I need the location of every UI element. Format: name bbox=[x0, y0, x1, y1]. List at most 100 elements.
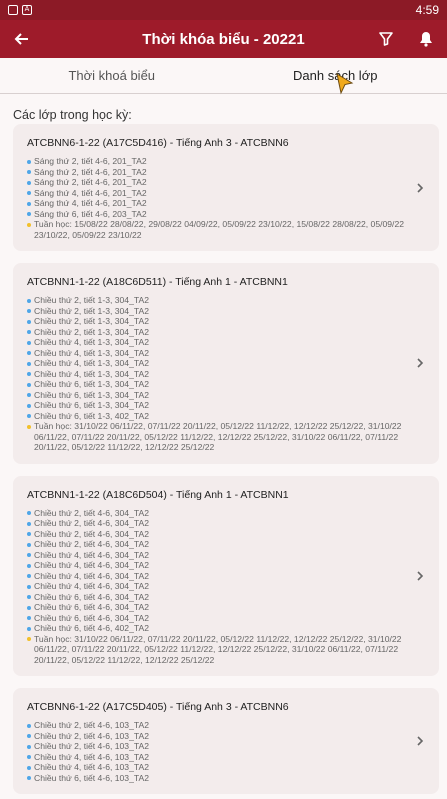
session-text: Chiều thứ 4, tiết 1-3, 304_TA2 bbox=[34, 368, 149, 379]
session-text: Chiều thứ 2, tiết 1-3, 304_TA2 bbox=[34, 316, 149, 326]
session-text: Chiều thứ 6, tiết 1-3, 304_TA2 bbox=[34, 400, 149, 410]
status-time: 4:59 bbox=[415, 3, 439, 17]
section-label: Các lớp trong học kỳ: bbox=[13, 108, 132, 122]
session-text: Chiều thứ 2, tiết 4-6, 304_TA2 bbox=[34, 518, 149, 528]
session-dot-icon bbox=[27, 298, 31, 303]
session-item: Chiều thứ 4, tiết 1-3, 304_TA2 bbox=[27, 348, 425, 359]
session-text: Chiều thứ 4, tiết 4-6, 103_TA2 bbox=[34, 751, 149, 762]
session-dot-icon bbox=[27, 319, 31, 324]
chevron-right-icon[interactable] bbox=[413, 356, 427, 370]
tab-timetable[interactable]: Thời khoá biểu bbox=[0, 58, 224, 93]
session-text: Sáng thứ 6, tiết 4-6, 203_TA2 bbox=[34, 208, 147, 219]
session-item: Chiều thứ 6, tiết 1-3, 402_TA2 bbox=[27, 411, 425, 422]
session-dot-icon bbox=[27, 403, 31, 408]
chevron-right-icon[interactable] bbox=[413, 569, 427, 583]
a-icon: A bbox=[22, 5, 32, 15]
session-text: Chiều thứ 4, tiết 4-6, 103_TA2 bbox=[34, 762, 149, 772]
weeks-item: Tuần học: 15/08/22 28/08/22, 29/08/22 04… bbox=[27, 219, 425, 240]
session-item: Sáng thứ 4, tiết 4-6, 201_TA2 bbox=[27, 188, 425, 199]
session-text: Sáng thứ 4, tiết 4-6, 201_TA2 bbox=[34, 198, 147, 208]
session-item: Chiều thứ 6, tiết 1-3, 304_TA2 bbox=[27, 400, 425, 411]
session-item: Chiều thứ 4, tiết 1-3, 304_TA2 bbox=[27, 369, 425, 380]
class-card[interactable]: ATCBNN6-1-22 (A17C5D416) - Tiếng Anh 3 -… bbox=[13, 124, 439, 251]
session-item: Chiều thứ 4, tiết 4-6, 103_TA2 bbox=[27, 752, 425, 763]
filter-icon[interactable] bbox=[375, 28, 397, 50]
session-item: Sáng thứ 2, tiết 4-6, 201_TA2 bbox=[27, 167, 425, 178]
session-dot-icon bbox=[27, 532, 31, 536]
session-item: Chiều thứ 4, tiết 4-6, 304_TA2 bbox=[27, 571, 425, 582]
weeks-text: Tuần học: 15/08/22 28/08/22, 29/08/22 04… bbox=[34, 219, 405, 240]
class-card[interactable]: ATCBNN1-1-22 (A18C6D511) - Tiếng Anh 1 -… bbox=[13, 263, 439, 464]
session-item: Chiều thứ 6, tiết 4-6, 402_TA2 bbox=[27, 623, 425, 634]
session-dot-icon bbox=[27, 553, 31, 557]
session-text: Sáng thứ 2, tiết 4-6, 201_TA2 bbox=[34, 177, 147, 187]
weeks-item: Tuần học: 31/10/22 06/11/22, 07/11/22 20… bbox=[27, 421, 425, 453]
session-text: Chiều thứ 6, tiết 4-6, 304_TA2 bbox=[34, 602, 149, 612]
session-item: Chiều thứ 2, tiết 1-3, 304_TA2 bbox=[27, 306, 425, 317]
bell-icon[interactable] bbox=[415, 28, 437, 50]
session-dot-icon bbox=[27, 330, 31, 334]
session-item: Chiều thứ 6, tiết 1-3, 304_TA2 bbox=[27, 379, 425, 390]
weeks-item: Tuần học: 31/10/22 06/11/22, 07/11/22 20… bbox=[27, 634, 425, 666]
session-text: Chiều thứ 2, tiết 1-3, 304_TA2 bbox=[34, 305, 149, 316]
tab-bar: Thời khoá biểu Danh sách lớp bbox=[0, 58, 447, 94]
session-text: Chiều thứ 2, tiết 1-3, 304_TA2 bbox=[34, 295, 149, 305]
session-text: Chiều thứ 6, tiết 4-6, 103_TA2 bbox=[34, 772, 149, 783]
session-item: Chiều thứ 2, tiết 4-6, 304_TA2 bbox=[27, 508, 425, 519]
session-item: Chiều thứ 2, tiết 4-6, 103_TA2 bbox=[27, 741, 425, 752]
session-dot-icon bbox=[27, 414, 31, 418]
weeks-text: Tuần học: 31/10/22 06/11/22, 07/11/22 20… bbox=[34, 633, 402, 665]
session-dot-icon bbox=[27, 170, 31, 174]
session-text: Chiều thứ 6, tiết 4-6, 304_TA2 bbox=[34, 591, 149, 602]
session-dot-icon bbox=[27, 361, 31, 366]
weeks-dot-icon bbox=[27, 424, 31, 429]
session-dot-icon bbox=[27, 595, 31, 599]
class-card[interactable]: ATCBNN1-1-22 (A18C6D504) - Tiếng Anh 1 -… bbox=[13, 475, 439, 676]
session-text: Chiều thứ 2, tiết 4-6, 304_TA2 bbox=[34, 507, 149, 518]
weeks-dot-icon bbox=[27, 637, 31, 641]
session-text: Chiều thứ 6, tiết 4-6, 304_TA2 bbox=[34, 612, 149, 623]
session-text: Sáng thứ 2, tiết 4-6, 201_TA2 bbox=[34, 156, 147, 166]
class-title: ATCBNN1-1-22 (A18C6D504) - Tiếng Anh 1 -… bbox=[27, 488, 289, 501]
status-bar: A 4:59 bbox=[0, 0, 447, 20]
session-item: Chiều thứ 2, tiết 4-6, 304_TA2 bbox=[27, 529, 425, 540]
session-dot-icon bbox=[27, 584, 31, 589]
session-dot-icon bbox=[27, 340, 31, 345]
session-text: Chiều thứ 6, tiết 1-3, 304_TA2 bbox=[34, 379, 149, 389]
session-item: Chiều thứ 6, tiết 1-3, 304_TA2 bbox=[27, 390, 425, 401]
chevron-right-icon[interactable] bbox=[413, 181, 427, 195]
session-dot-icon bbox=[27, 574, 31, 578]
session-dot-icon bbox=[27, 212, 31, 216]
session-text: Chiều thứ 4, tiết 4-6, 304_TA2 bbox=[34, 549, 149, 560]
session-item: Sáng thứ 4, tiết 4-6, 201_TA2 bbox=[27, 198, 425, 209]
session-dot-icon bbox=[27, 201, 31, 206]
session-item: Chiều thứ 2, tiết 4-6, 103_TA2 bbox=[27, 731, 425, 742]
session-item: Chiều thứ 6, tiết 4-6, 103_TA2 bbox=[27, 773, 425, 784]
session-item: Chiều thứ 4, tiết 1-3, 304_TA2 bbox=[27, 337, 425, 348]
session-item: Chiều thứ 4, tiết 1-3, 304_TA2 bbox=[27, 358, 425, 369]
session-text: Chiều thứ 2, tiết 4-6, 304_TA2 bbox=[34, 539, 149, 549]
shield-icon bbox=[8, 5, 18, 15]
session-item: Chiều thứ 2, tiết 1-3, 304_TA2 bbox=[27, 327, 425, 338]
class-card[interactable]: ATCBNN6-1-22 (A17C5D405) - Tiếng Anh 3 -… bbox=[13, 688, 439, 794]
cursor-pointer-icon bbox=[336, 73, 354, 95]
session-dot-icon bbox=[27, 605, 31, 610]
session-dot-icon bbox=[27, 159, 31, 164]
session-item: Chiều thứ 2, tiết 4-6, 304_TA2 bbox=[27, 518, 425, 529]
session-dot-icon bbox=[27, 372, 31, 376]
class-list: ATCBNN6-1-22 (A17C5D416) - Tiếng Anh 3 -… bbox=[0, 124, 447, 794]
chevron-right-icon[interactable] bbox=[413, 734, 427, 748]
session-dot-icon bbox=[27, 563, 31, 568]
session-text: Sáng thứ 2, tiết 4-6, 201_TA2 bbox=[34, 166, 147, 177]
session-dot-icon bbox=[27, 723, 31, 728]
session-dot-icon bbox=[27, 309, 31, 313]
session-text: Chiều thứ 2, tiết 4-6, 103_TA2 bbox=[34, 720, 149, 730]
session-item: Sáng thứ 2, tiết 4-6, 201_TA2 bbox=[27, 156, 425, 167]
session-dot-icon bbox=[27, 351, 31, 355]
arrow-back-icon[interactable] bbox=[10, 27, 34, 51]
session-item: Sáng thứ 6, tiết 4-6, 203_TA2 bbox=[27, 209, 425, 220]
session-dot-icon bbox=[27, 180, 31, 185]
session-dot-icon bbox=[27, 393, 31, 397]
session-item: Chiều thứ 2, tiết 1-3, 304_TA2 bbox=[27, 295, 425, 306]
session-text: Chiều thứ 4, tiết 1-3, 304_TA2 bbox=[34, 347, 149, 358]
